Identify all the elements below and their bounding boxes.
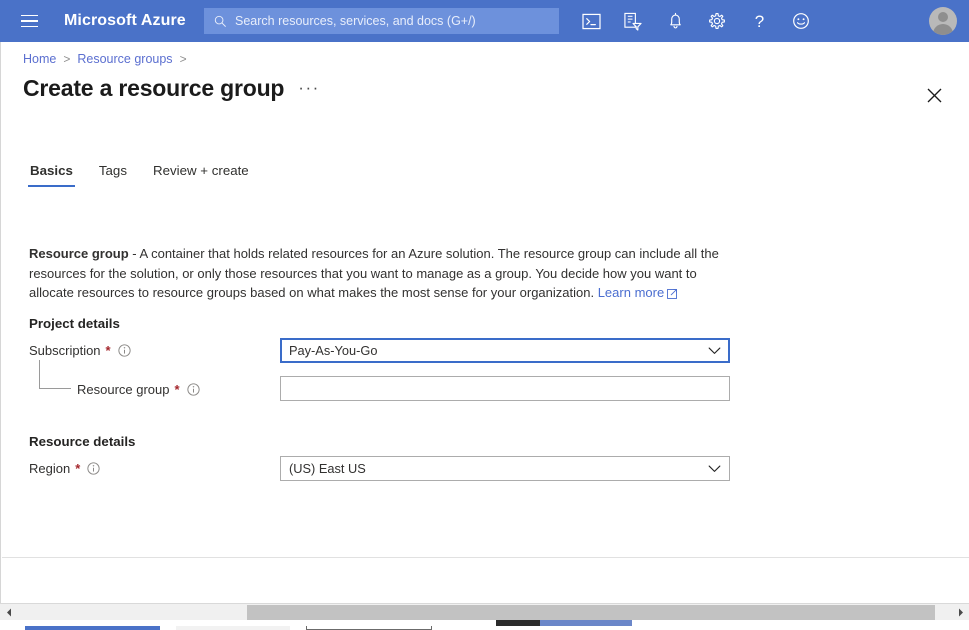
chevron-down-icon (708, 343, 721, 358)
required-marker: * (175, 382, 180, 397)
search-icon (214, 15, 227, 28)
hamburger-bar (21, 15, 38, 17)
scrollbar-track[interactable] (17, 604, 952, 621)
cloud-shell-icon[interactable] (580, 10, 602, 32)
subscription-label-text: Subscription (29, 343, 101, 358)
search-placeholder-text: Search resources, services, and docs (G+… (235, 14, 476, 28)
info-circle-icon[interactable] (187, 383, 200, 396)
tab-basics[interactable]: Basics (28, 160, 75, 187)
region-dropdown[interactable]: (US) East US (280, 456, 730, 481)
avatar-head (938, 12, 948, 22)
description-strong: Resource group (29, 246, 129, 261)
top-bar-icon-group: ? (580, 0, 812, 42)
avatar-body (933, 24, 953, 35)
create-resource-group-blade: Home > Resource groups > Create a resour… (0, 42, 969, 603)
breadcrumb: Home > Resource groups > (23, 52, 187, 66)
info-circle-icon[interactable] (87, 462, 100, 475)
subscription-dropdown[interactable]: Pay-As-You-Go (280, 338, 730, 363)
notifications-bell-icon[interactable] (664, 10, 686, 32)
subscription-selected-value: Pay-As-You-Go (289, 343, 708, 358)
resource-details-heading: Resource details (29, 434, 135, 449)
page-title-row: Create a resource group ··· (23, 75, 320, 102)
hamburger-bar (21, 20, 38, 22)
directory-filter-icon[interactable] (622, 10, 644, 32)
learn-more-link[interactable]: Learn more (598, 285, 664, 300)
tab-tags[interactable]: Tags (97, 160, 129, 187)
scrollbar-thumb[interactable] (247, 605, 935, 620)
external-link-icon (667, 285, 678, 305)
chevron-down-icon (708, 461, 721, 476)
subscription-label: Subscription * (29, 343, 131, 358)
breadcrumb-separator: > (180, 52, 187, 66)
breadcrumb-home-link[interactable]: Home (23, 52, 56, 66)
resource-group-label-text: Resource group (77, 382, 170, 397)
svg-text:?: ? (754, 12, 763, 31)
region-selected-value: (US) East US (289, 461, 708, 476)
feedback-smiley-icon[interactable] (790, 10, 812, 32)
scroll-left-arrow[interactable] (0, 604, 17, 621)
region-label-text: Region (29, 461, 70, 476)
required-marker: * (106, 343, 111, 358)
bottom-edge-accent (540, 620, 632, 626)
resource-group-input[interactable] (280, 376, 730, 401)
info-circle-icon[interactable] (118, 344, 131, 357)
breadcrumb-resource-groups-link[interactable]: Resource groups (77, 52, 172, 66)
window-bottom-edge (0, 620, 969, 626)
project-details-heading: Project details (29, 316, 120, 331)
footer-divider (2, 557, 969, 558)
horizontal-scrollbar[interactable] (0, 603, 969, 620)
settings-gear-icon[interactable] (706, 10, 728, 32)
breadcrumb-separator: > (63, 52, 70, 66)
resource-group-label: Resource group * (77, 382, 200, 397)
required-marker: * (75, 461, 80, 476)
azure-brand-logo[interactable]: Microsoft Azure (64, 12, 186, 30)
top-navigation-bar: Microsoft Azure Search resources, servic… (0, 0, 969, 42)
hamburger-bar (21, 26, 38, 28)
region-label: Region * (29, 461, 100, 476)
blade-description: Resource group - A container that holds … (29, 244, 719, 305)
blade-tab-list: Basics Tags Review + create (28, 160, 251, 187)
more-options-ellipsis-button[interactable]: ··· (298, 79, 319, 96)
bottom-edge-marker (496, 620, 540, 626)
field-indent-connector (39, 360, 71, 389)
global-search-input[interactable]: Search resources, services, and docs (G+… (204, 8, 559, 34)
tab-review-create[interactable]: Review + create (151, 160, 251, 187)
scroll-right-arrow[interactable] (952, 604, 969, 621)
page-title: Create a resource group (23, 75, 284, 102)
close-icon[interactable] (921, 82, 947, 108)
user-avatar[interactable] (929, 7, 957, 35)
hamburger-menu-icon[interactable] (8, 0, 50, 42)
help-question-icon[interactable]: ? (748, 10, 770, 32)
